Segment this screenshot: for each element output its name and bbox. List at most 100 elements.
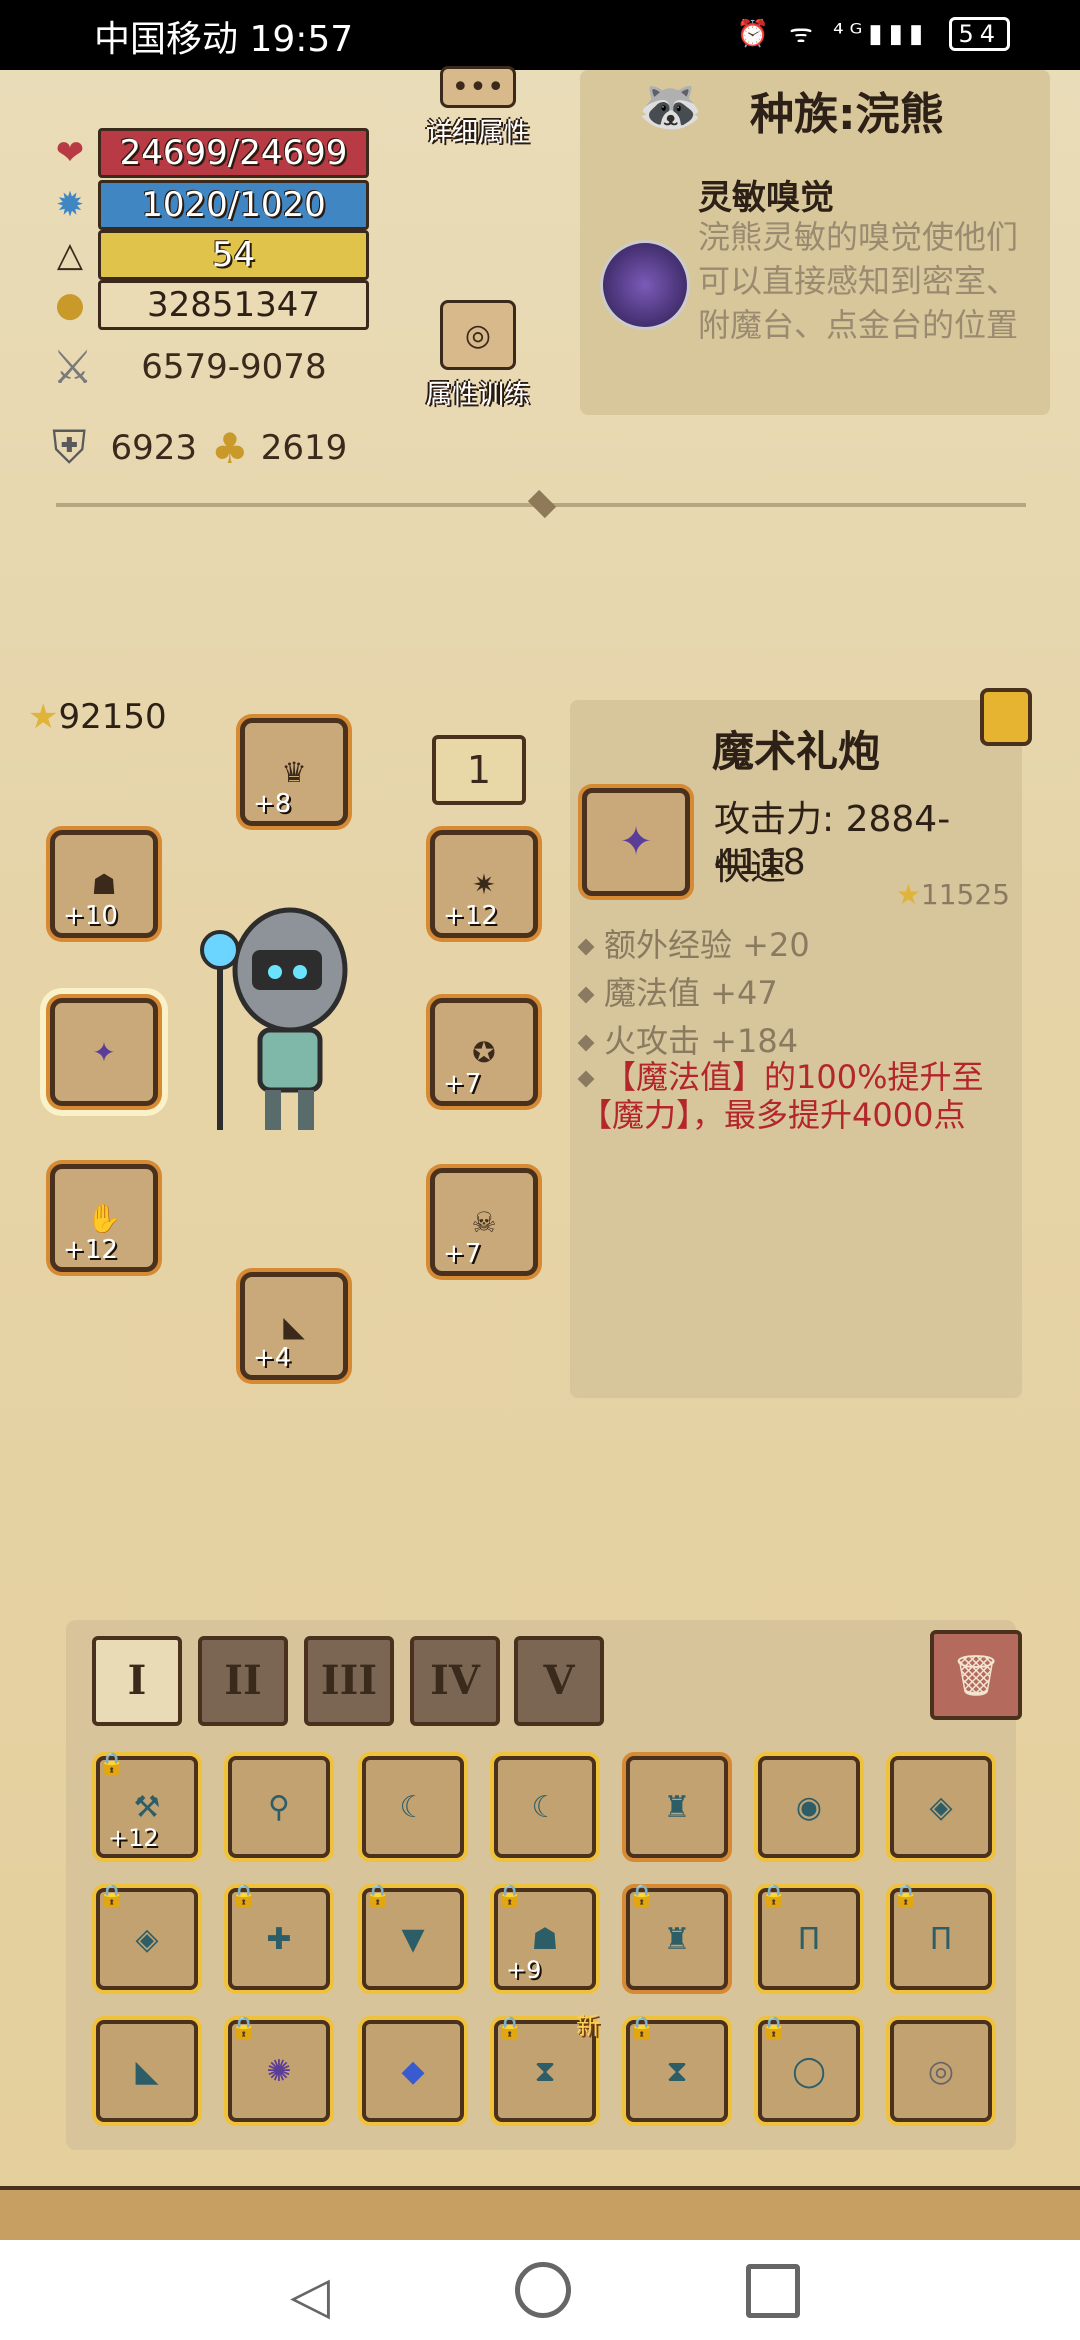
- necklace-icon: ⧗: [534, 2053, 556, 2089]
- detail-attributes-button[interactable]: ••• 详细属性: [426, 66, 530, 149]
- tab-5[interactable]: V: [514, 1636, 604, 1726]
- home-icon[interactable]: [515, 2262, 571, 2318]
- tab-2[interactable]: II: [198, 1636, 288, 1726]
- item-score-value: 11525: [920, 878, 1010, 911]
- silver-ring-icon: ◎: [927, 2053, 955, 2089]
- tab-1[interactable]: I: [92, 1636, 182, 1726]
- inventory-slot[interactable]: ☾: [494, 1756, 596, 1858]
- battery-icon: 54: [949, 17, 1010, 51]
- shoulder-right-slot[interactable]: ✷ +12: [430, 830, 538, 938]
- inventory-slot[interactable]: 🔒 ◯: [758, 2016, 860, 2122]
- necklace-icon: ⧗: [666, 2053, 688, 2089]
- hammer-icon: ⚒: [133, 1789, 161, 1825]
- shoulder-icon: ☗: [91, 867, 117, 901]
- firework-cannon-icon: ✦: [92, 1035, 116, 1069]
- trash-button[interactable]: 🗑: [930, 1630, 1022, 1720]
- back-icon[interactable]: ◁: [290, 2266, 330, 2326]
- hp-row: ❤ 24699/24699: [50, 128, 369, 178]
- inventory-slot[interactable]: ♜: [626, 1756, 728, 1858]
- level-row: △ 54: [50, 230, 369, 280]
- inventory-slot[interactable]: 🔒 ✺: [228, 2016, 330, 2122]
- dark-armor-icon: ♜: [663, 1789, 691, 1825]
- item-plus: +9: [506, 1956, 542, 1984]
- pants-icon: Π: [797, 1921, 821, 1957]
- helmet-slot[interactable]: ♛ +8: [240, 718, 348, 826]
- inventory-slot[interactable]: ◉: [758, 1756, 860, 1858]
- hood-icon: ◈: [135, 1921, 159, 1957]
- inventory-slot[interactable]: 🔒 ⚒ +12: [96, 1752, 198, 1858]
- dark-chest-icon: ♜: [663, 1921, 691, 1957]
- boots-icon: ◣: [135, 2053, 159, 2089]
- inventory-slot[interactable]: ◎: [890, 2020, 992, 2122]
- lock-icon: 🔒: [98, 1752, 126, 1777]
- inventory-slot[interactable]: 🔒 ◈: [96, 1884, 198, 1990]
- race-skill-desc: 浣熊灵敏的嗅觉使他们可以直接感知到密室、附魔台、点金台的位置: [698, 218, 1019, 344]
- race-skill-icon[interactable]: [600, 240, 690, 330]
- inventory-slot[interactable]: 🔒 ⧗ 新: [494, 2012, 600, 2122]
- level-icon: △: [56, 235, 84, 275]
- inventory-slot[interactable]: ☾: [362, 1756, 464, 1858]
- gold-icon: ●: [55, 285, 85, 325]
- inventory-slot[interactable]: ◣: [96, 2020, 198, 2122]
- lock-icon: 🔒: [760, 2016, 788, 2041]
- item-bonus-text: 火攻击 +184: [604, 1022, 799, 1060]
- mp-row: ✹ 1020/1020: [50, 180, 369, 230]
- magic-orb-icon: ✺: [266, 2053, 292, 2089]
- inventory-slot[interactable]: 🔒 ☗ +9: [494, 1884, 596, 1990]
- inventory-slot[interactable]: ⚲: [228, 1756, 330, 1858]
- item-speed: 快速: [714, 847, 787, 888]
- shirt-icon: ▼: [401, 1921, 425, 1957]
- blade-icon: ☾: [531, 1789, 559, 1825]
- item-bonus: 魔法值 +47: [577, 968, 1010, 1014]
- defense-row: ⛨ 6923 ♣ 2619: [52, 420, 347, 476]
- inventory-slot[interactable]: ◆: [362, 2020, 464, 2122]
- gear-score-value: 92150: [58, 697, 167, 737]
- damage-row: ⚔ 6579-9078: [52, 340, 327, 394]
- hp-value: 24699/24699: [98, 128, 369, 178]
- dots-icon: •••: [440, 66, 516, 108]
- status-icons: ⏰ ᯤ ⁴ᴳ▮▮▮ 54: [737, 14, 1010, 51]
- amulet-icon: ✪: [472, 1035, 496, 1069]
- shoulder-armor-icon: ☗: [531, 1921, 559, 1957]
- lock-icon: 🔒: [892, 1884, 920, 1909]
- damage-value: 6579-9078: [141, 347, 327, 387]
- other-value: 2619: [260, 428, 348, 468]
- inventory-slot[interactable]: 🔒 Π: [758, 1884, 860, 1990]
- luck-icon: ♣: [211, 423, 249, 473]
- inventory-slot[interactable]: 🔒 Π: [890, 1884, 992, 1990]
- shield-icon: ⛨: [52, 420, 87, 474]
- item-special-text: 【魔法值】的100%提升至【魔力】，最多提升4000点: [580, 1058, 984, 1134]
- inventory-slot[interactable]: 🔒 ✚: [228, 1884, 330, 1990]
- recent-apps-icon[interactable]: [746, 2264, 800, 2318]
- ring-plus: +7: [443, 1239, 482, 1269]
- character-sprite: [180, 890, 380, 1150]
- item-bonus: 额外经验 +20: [577, 920, 1010, 966]
- inventory-slot[interactable]: 🔒 ♜: [626, 1884, 728, 1990]
- shovel-icon: ⚲: [268, 1789, 290, 1825]
- race-title: 种族:浣熊: [750, 89, 944, 140]
- inventory-slot[interactable]: ◈: [890, 1756, 992, 1858]
- inventory-slot[interactable]: 🔒 ⧗: [626, 2016, 728, 2122]
- lock-icon: 🔒: [230, 2016, 258, 2041]
- glove-slot[interactable]: ✋ +12: [50, 1164, 158, 1272]
- gear-score: ★92150: [28, 697, 167, 737]
- inventory-slot[interactable]: 🔒 ▼: [362, 1884, 464, 1990]
- bottom-menu-strip[interactable]: [0, 2186, 1080, 2244]
- tab-4[interactable]: IV: [410, 1636, 500, 1726]
- item-bonus: 火攻击 +184: [577, 1016, 1010, 1062]
- boots-slot[interactable]: ◣ +4: [240, 1272, 348, 1380]
- mask-icon: ☠: [471, 1205, 497, 1239]
- amulet-slot[interactable]: ✪ +7: [430, 998, 538, 1106]
- tab-3[interactable]: III: [304, 1636, 394, 1726]
- star-icon: ★: [895, 878, 921, 911]
- ring-slot[interactable]: ☠ +7: [430, 1168, 538, 1276]
- lock-icon: 🔒: [496, 2016, 524, 2041]
- shoulder-left-slot[interactable]: ☗ +10: [50, 830, 158, 938]
- lock-icon: 🔒: [628, 1884, 656, 1909]
- weapon-slot[interactable]: ✦: [50, 998, 158, 1106]
- item-plus: +12: [108, 1824, 159, 1852]
- gold-value: 32851347: [98, 280, 369, 330]
- lock-icon: 🔒: [628, 2016, 656, 2041]
- attribute-training-button[interactable]: ◎ 属性训练: [426, 300, 530, 411]
- helmet-plus: +8: [253, 789, 292, 819]
